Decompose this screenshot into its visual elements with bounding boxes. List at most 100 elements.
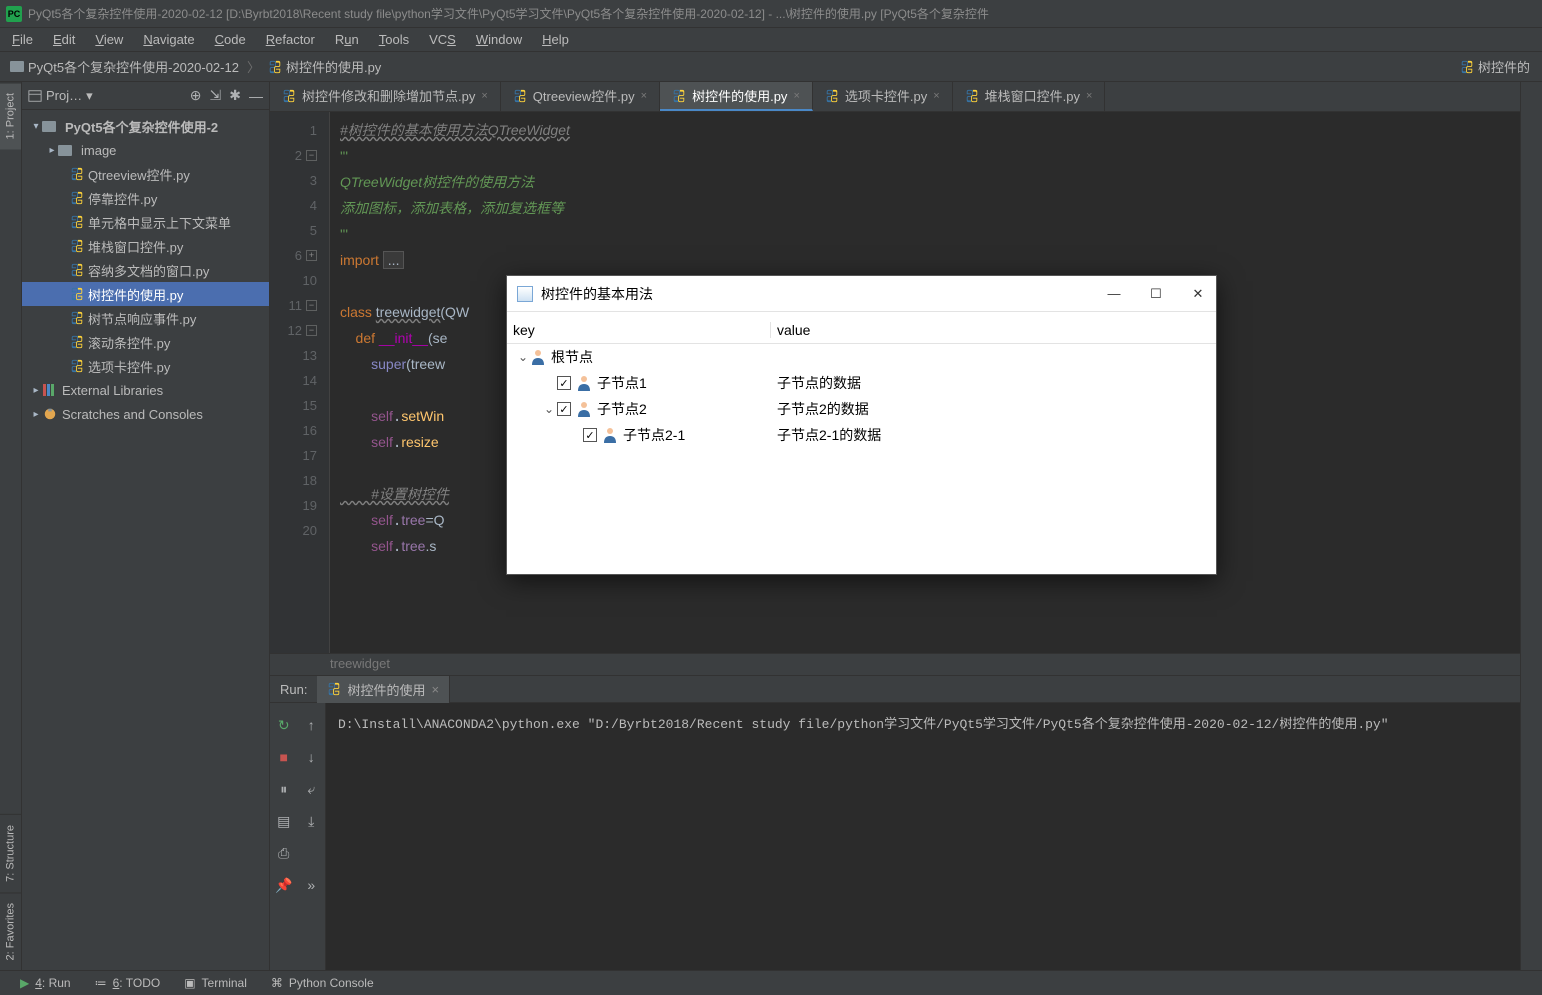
menu-help[interactable]: Help [532,32,579,47]
qt-titlebar[interactable]: 树控件的基本用法 — ☐ ✕ [507,276,1216,312]
locate-icon[interactable]: ⊕ [190,87,202,104]
chevron-down-icon[interactable]: ▾ [30,121,42,132]
qt-tree-row[interactable]: ⌄ 根节点 [507,344,1216,370]
tree-file[interactable]: 堆栈窗口控件.py [22,234,269,258]
qt-node-label: 子节点2 [597,399,647,419]
tree-file[interactable]: 停靠控件.py [22,186,269,210]
qt-output-window[interactable]: 树控件的基本用法 — ☐ ✕ key value ⌄ 根节点 ✓子节点1子节点的数据… [506,275,1217,575]
menu-navigate[interactable]: Navigate [133,32,204,47]
run-tab[interactable]: 树控件的使用 × [317,676,450,703]
checkbox-icon[interactable]: ✓ [557,376,571,390]
chevron-right-icon[interactable]: » [301,875,321,895]
soft-wrap-icon[interactable]: ⤶ [301,779,321,799]
close-icon[interactable]: × [933,90,939,102]
editor-breadcrumb[interactable]: treewidget [270,653,1520,675]
close-icon[interactable]: ✕ [1190,286,1206,302]
menu-tools[interactable]: Tools [369,32,419,47]
qt-tree-header[interactable]: key value [507,316,1216,344]
menu-file[interactable]: File [2,32,43,47]
tree-file[interactable]: 单元格中显示上下文菜单 [22,210,269,234]
strip-structure[interactable]: 7: Structure [0,814,21,892]
tree-folder-image[interactable]: ▸ image [22,138,269,162]
qt-header-value[interactable]: value [771,322,1216,338]
expand-all-icon[interactable]: ⇲ [210,87,222,104]
gear-icon[interactable]: ✱ [229,87,241,104]
up-icon[interactable]: ↑ [301,715,321,735]
chevron-down-icon[interactable]: ⌄ [515,350,531,364]
chevron-right-icon[interactable]: ▸ [46,145,58,156]
menu-vcs[interactable]: VCS [419,32,466,47]
layout-icon[interactable]: ▤ [274,811,294,831]
statusbar-run[interactable]: ▶ 4: Run [20,976,71,990]
python-file-icon [70,215,84,229]
print-icon[interactable]: ⎙ [274,843,294,863]
editor-tab[interactable]: 选项卡控件.py × [813,82,953,111]
run-config-dropdown[interactable]: 树控件的 [1454,55,1536,78]
menu-view[interactable]: View [85,32,133,47]
chevron-right-icon[interactable]: ▸ [30,385,42,396]
editor-tab[interactable]: Qtreeview控件.py× [501,82,660,111]
pause-icon[interactable]: ⏸ [274,779,294,799]
fold-collapse-icon[interactable]: − [306,300,317,311]
minimize-icon[interactable]: — [1106,286,1122,302]
gutter-line-number: 4 [310,193,317,218]
editor-tab[interactable]: 堆栈窗口控件.py× [953,82,1106,111]
tree-file[interactable]: 滚动条控件.py [22,330,269,354]
rerun-icon[interactable]: ↻ [274,715,294,735]
statusbar-terminal[interactable]: ▣ Terminal [184,976,247,990]
pin-icon[interactable]: 📌 [274,875,294,895]
qt-header-key[interactable]: key [507,322,771,338]
tree-project-root[interactable]: ▾ PyQt5各个复杂控件使用-2 [22,114,269,138]
close-icon[interactable]: × [1086,90,1092,102]
qt-tree-row[interactable]: ⌄✓子节点2子节点2的数据 [507,396,1216,422]
close-icon[interactable]: × [641,90,647,102]
editor-tab[interactable]: 树控件修改和删除增加节点.py× [270,82,501,111]
menu-refactor[interactable]: Refactor [256,32,325,47]
qt-tree-row[interactable]: ✓子节点2-1子节点2-1的数据 [507,422,1216,448]
tree-file[interactable]: 选项卡控件.py [22,354,269,378]
fold-collapse-icon[interactable]: − [306,325,317,336]
tree-file[interactable]: 树控件的使用.py [22,282,269,306]
run-output[interactable]: D:\Install\ANACONDA2\python.exe "D:/Byrb… [326,703,1520,970]
tree-scratches[interactable]: ▸ Scratches and Consoles [22,402,269,426]
fold-collapse-icon[interactable]: − [306,150,317,161]
tree-file[interactable]: 树节点响应事件.py [22,306,269,330]
todo-icon: ≔ [95,976,107,990]
strip-favorites[interactable]: 2: Favorites [0,892,21,970]
close-icon[interactable]: × [431,682,439,697]
statusbar-todo[interactable]: ≔ 6: TODO [95,976,161,990]
project-tree[interactable]: ▾ PyQt5各个复杂控件使用-2 ▸ image Qtreeview控件.py… [22,110,269,970]
stop-icon[interactable]: ■ [274,747,294,767]
menu-run[interactable]: Run [325,32,369,47]
close-icon[interactable]: × [793,90,799,102]
qt-node-label: 子节点2-1 [623,425,685,445]
strip-project[interactable]: 1: Project [0,82,21,149]
tree-file[interactable]: 容纳多文档的窗口.py [22,258,269,282]
tab-label: 选项卡控件.py [845,86,927,105]
maximize-icon[interactable]: ☐ [1148,286,1164,302]
chevron-right-icon[interactable]: ▸ [30,409,42,420]
tree-file[interactable]: Qtreeview控件.py [22,162,269,186]
menu-edit[interactable]: Edit [43,32,85,47]
editor-gutter[interactable]: 12−3456+1011−12−1314151617181920 [270,112,330,653]
project-panel-title[interactable]: Proj… ▾ [28,88,182,104]
chevron-down-icon[interactable]: ⌄ [541,402,557,416]
checkbox-icon[interactable]: ✓ [557,402,571,416]
fold-expand-icon[interactable]: + [306,250,317,261]
hide-icon[interactable]: — [249,88,263,104]
breadcrumb-project[interactable]: PyQt5各个复杂控件使用-2020-02-12 [6,55,243,78]
tree-external-libraries[interactable]: ▸ External Libraries [22,378,269,402]
statusbar-python-console[interactable]: ⌘ Python Console [271,976,374,990]
python-file-icon [70,263,84,277]
gutter-line-number: 16 [303,418,317,443]
qt-node-label: 根节点 [551,347,593,367]
scroll-to-end-icon[interactable]: ⤓ [301,811,321,831]
editor-tab[interactable]: 树控件的使用.py× [660,82,813,111]
close-icon[interactable]: × [481,90,487,102]
menu-window[interactable]: Window [466,32,532,47]
checkbox-icon[interactable]: ✓ [583,428,597,442]
menu-code[interactable]: Code [205,32,256,47]
qt-tree-row[interactable]: ✓子节点1子节点的数据 [507,370,1216,396]
breadcrumb-file[interactable]: 树控件的使用.py [264,55,385,78]
down-icon[interactable]: ↓ [301,747,321,767]
